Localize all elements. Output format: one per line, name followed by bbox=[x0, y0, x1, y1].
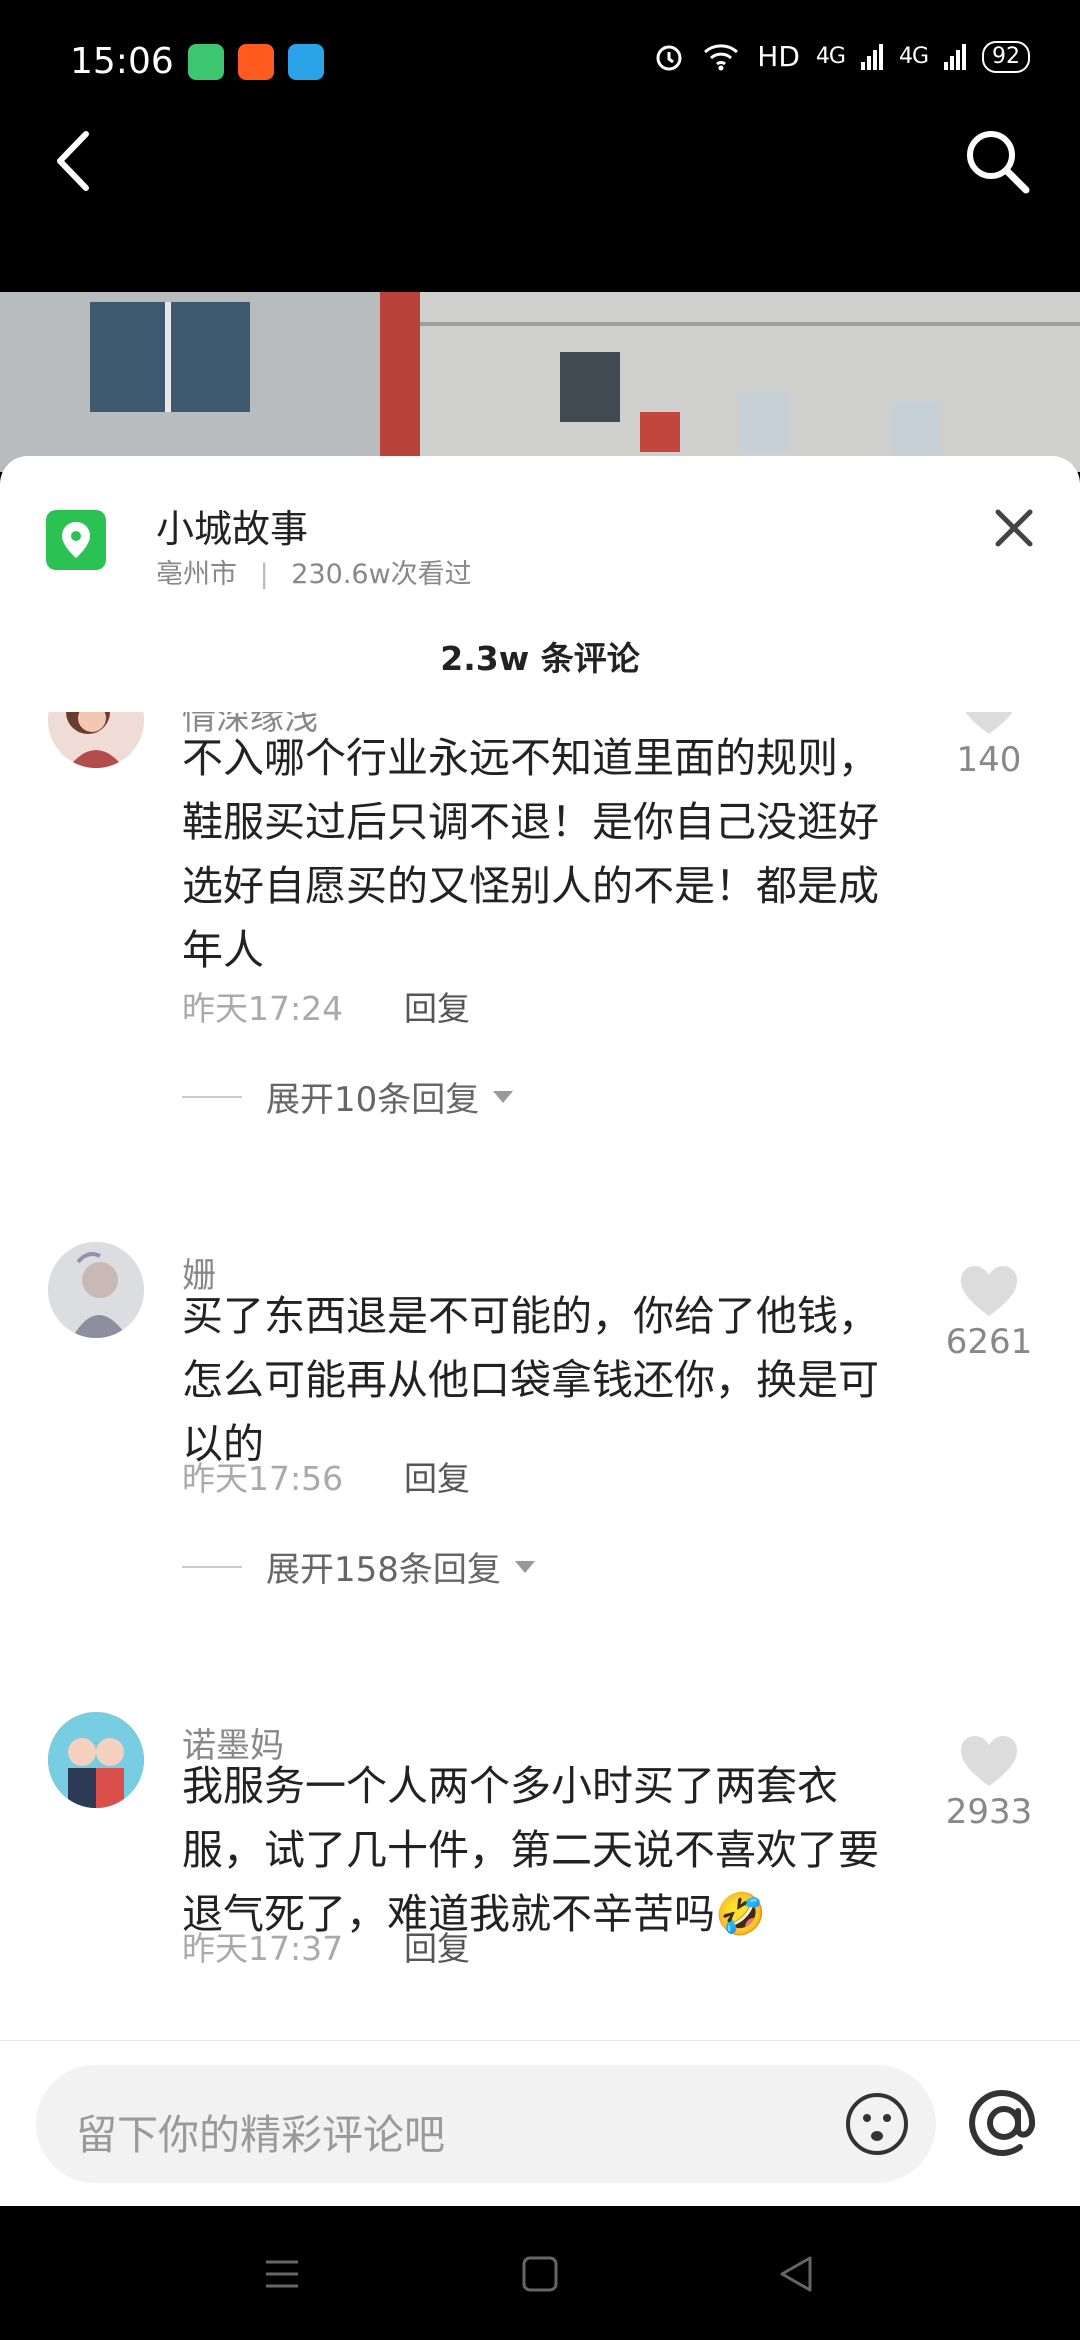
menu-icon[interactable] bbox=[262, 2254, 302, 2294]
mention-icon[interactable] bbox=[962, 2081, 1046, 2165]
caret-down-icon bbox=[514, 1560, 535, 1573]
heart-icon bbox=[961, 1266, 1017, 1316]
system-nav-bar bbox=[0, 2206, 1080, 2340]
video-frame-image bbox=[0, 292, 1080, 472]
status-time: 15:06 bbox=[70, 41, 174, 82]
avatar[interactable] bbox=[48, 1242, 144, 1338]
signal-1-label: 4G bbox=[815, 44, 846, 69]
search-icon[interactable] bbox=[962, 126, 1032, 196]
back-nav-icon[interactable] bbox=[776, 2254, 816, 2294]
comment-input-bar: 留下你的精彩评论吧 bbox=[0, 2040, 1080, 2207]
expand-replies-label: 展开10条回复 bbox=[266, 1080, 480, 1120]
comment-text[interactable]: 我服务一个人两个多小时买了两套衣服，试了几十件，第二天说不喜欢了要退气死了，难道… bbox=[182, 1754, 912, 1946]
location-views: 230.6w次看过 bbox=[291, 559, 472, 590]
battery-indicator: 92 bbox=[982, 40, 1030, 73]
back-icon[interactable] bbox=[48, 126, 98, 196]
comment-time: 昨天17:56 bbox=[182, 1459, 344, 1498]
heart-icon bbox=[965, 712, 1013, 734]
kuaishou-app-icon bbox=[238, 44, 274, 80]
comment-time: 昨天17:37 bbox=[182, 1929, 344, 1968]
avatar[interactable] bbox=[48, 1712, 144, 1808]
wechat-app-icon bbox=[188, 44, 224, 80]
expand-replies[interactable]: 展开10条回复 bbox=[182, 1072, 515, 1121]
comment-list[interactable]: 情深缘浅 不入哪个行业永远不知道里面的规则，鞋服买过后只调不退！是你自己没逛好选… bbox=[0, 712, 1080, 1998]
comment-text[interactable]: 买了东西退是不可能的，你给了他钱，怎么可能再从他口袋拿钱还你，换是可以的 bbox=[182, 1284, 912, 1476]
comment-count-header: 2.3w 条评论 bbox=[440, 639, 640, 678]
reply-button[interactable]: 回复 bbox=[404, 1452, 470, 1500]
reply-button[interactable]: 回复 bbox=[404, 1922, 470, 1970]
location-pin-icon bbox=[46, 510, 106, 570]
home-icon[interactable] bbox=[520, 2254, 560, 2294]
like-button[interactable]: 2933 bbox=[924, 1734, 1054, 1832]
divider-line bbox=[182, 1095, 242, 1098]
location-meta: 亳州市 | 230.6w次看过 bbox=[156, 552, 472, 591]
signal-1-icon bbox=[860, 43, 883, 70]
video-preview[interactable] bbox=[0, 292, 1080, 472]
expand-replies-label: 展开158条回复 bbox=[266, 1550, 501, 1590]
top-nav bbox=[0, 96, 1080, 292]
location-title[interactable]: 小城故事 bbox=[156, 498, 308, 553]
like-count: 2933 bbox=[945, 1792, 1033, 1832]
reply-button[interactable]: 回复 bbox=[404, 982, 470, 1030]
like-button[interactable]: 140 bbox=[924, 712, 1054, 780]
caret-down-icon bbox=[493, 1090, 514, 1103]
telegram-app-icon bbox=[288, 44, 324, 80]
location-city: 亳州市 bbox=[156, 559, 237, 590]
divider-line bbox=[182, 1565, 242, 1568]
comment-input-placeholder: 留下你的精彩评论吧 bbox=[76, 2111, 445, 2159]
comment-input[interactable]: 留下你的精彩评论吧 bbox=[36, 2065, 936, 2183]
comment-text[interactable]: 不入哪个行业永远不知道里面的规则，鞋服买过后只调不退！是你自己没逛好选好自愿买的… bbox=[182, 726, 912, 982]
like-button[interactable]: 6261 bbox=[924, 1264, 1054, 1362]
comment-sheet: 小城故事 亳州市 | 230.6w次看过 2.3w 条评论 情深缘浅 不入哪个行… bbox=[0, 456, 1080, 2206]
location-separator: | bbox=[259, 559, 269, 590]
like-count: 6261 bbox=[945, 1322, 1033, 1362]
signal-2-icon bbox=[944, 43, 966, 70]
status-indicators: HD 4G 4G 92 bbox=[653, 40, 1030, 73]
like-count: 140 bbox=[956, 740, 1022, 780]
status-app-icons bbox=[188, 44, 324, 80]
alarm-icon bbox=[656, 45, 682, 70]
signal-2-label: 4G bbox=[898, 44, 929, 69]
heart-icon bbox=[961, 1736, 1017, 1786]
expand-replies[interactable]: 展开158条回复 bbox=[182, 1542, 537, 1591]
comment-time: 昨天17:24 bbox=[182, 989, 344, 1028]
hd-label: HD bbox=[757, 40, 800, 73]
wifi-icon bbox=[704, 43, 739, 70]
status-bar: 15:06 HD 4G 4G 92 bbox=[0, 0, 1080, 96]
avatar[interactable] bbox=[48, 712, 144, 768]
close-icon[interactable] bbox=[984, 498, 1044, 558]
emoji-icon[interactable] bbox=[844, 2091, 910, 2157]
